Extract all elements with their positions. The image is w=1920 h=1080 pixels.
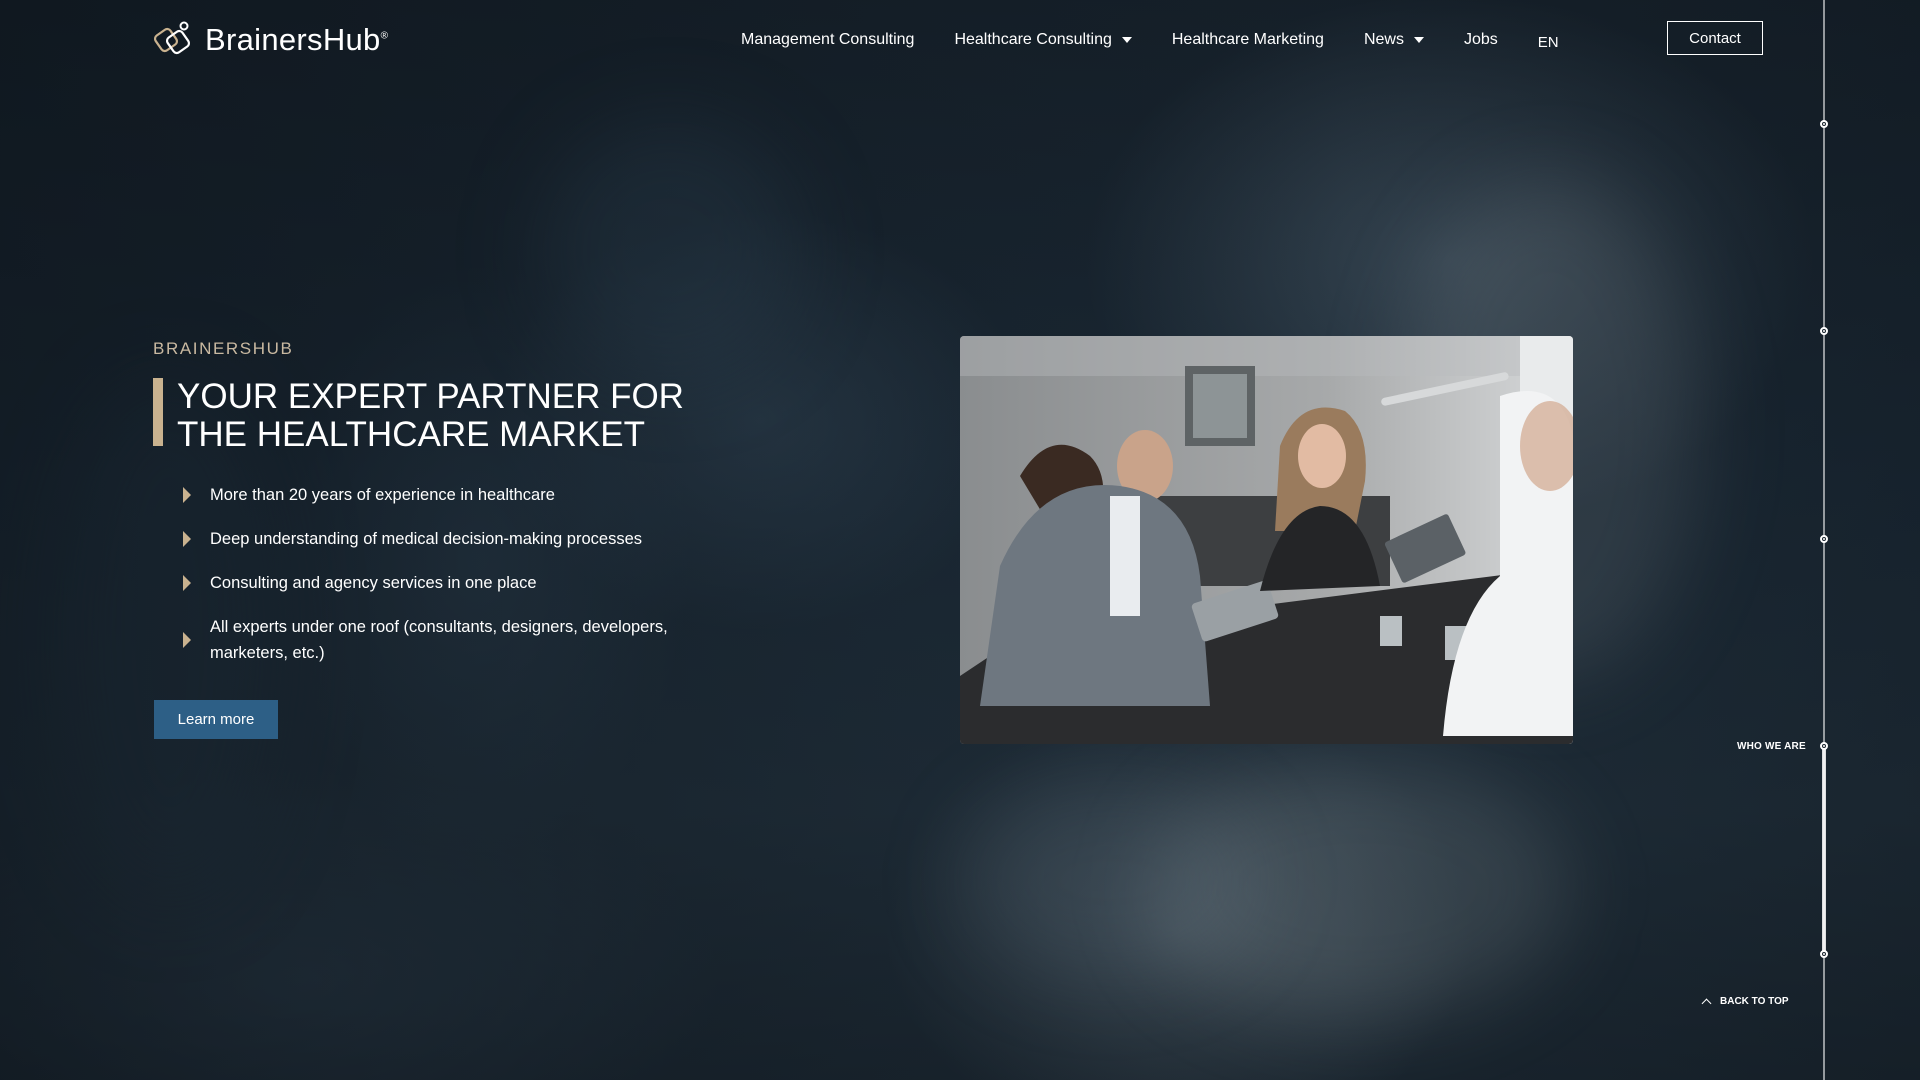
nav-news[interactable]: News [1364,31,1424,49]
timeline-active-segment [1822,746,1826,954]
nav-healthcare-consulting[interactable]: Healthcare Consulting [954,31,1132,49]
language-switcher[interactable]: EN [1538,34,1559,51]
triangle-bullet-icon [183,531,191,547]
list-item: More than 20 years of experience in heal… [180,482,720,508]
hero-eyebrow: BRAINERSHUB [153,339,294,358]
hero-bullet-list: More than 20 years of experience in heal… [180,482,720,684]
triangle-bullet-icon [183,575,191,591]
hero-headline-block: YOUR EXPERT PARTNER FOR THE HEALTHCARE M… [153,378,737,454]
timeline-dot[interactable] [1820,327,1828,335]
hero-headline: YOUR EXPERT PARTNER FOR THE HEALTHCARE M… [177,377,684,454]
nav-healthcare-marketing[interactable]: Healthcare Marketing [1172,31,1324,49]
list-item: Deep understanding of medical decision-m… [180,526,720,552]
triangle-bullet-icon [183,487,191,503]
nav-jobs[interactable]: Jobs [1464,31,1498,49]
learn-more-button[interactable]: Learn more [154,700,278,739]
nav-management-consulting[interactable]: Management Consulting [741,31,914,49]
timeline-dot[interactable] [1820,535,1828,543]
timeline-dot[interactable] [1820,950,1828,958]
timeline-dot[interactable] [1820,120,1828,128]
timeline-dot-active[interactable] [1820,742,1828,750]
contact-button[interactable]: Contact [1667,21,1763,55]
back-to-top-label: BACK TO TOP [1720,996,1789,1007]
list-item: Consulting and agency services in one pl… [180,570,720,596]
chevron-down-icon [1413,36,1424,43]
main-nav: Management Consulting Healthcare Consult… [741,28,1599,52]
chevron-up-icon [1701,998,1712,1009]
chevron-down-icon [1121,36,1132,43]
triangle-bullet-icon [183,632,191,648]
back-to-top-link[interactable]: BACK TO TOP [1701,996,1789,1009]
logo-mark-icon [153,21,191,55]
hero-photo [960,336,1573,744]
meeting-photo-illustration [960,336,1573,744]
site-header: BrainersHub® Management Consulting Healt… [0,0,1920,80]
timeline-active-label[interactable]: WHO WE ARE [1737,741,1806,752]
brand-logo[interactable]: BrainersHub® [153,18,388,62]
brand-name: BrainersHub® [205,22,389,57]
list-item: All experts under one roof (consultants,… [180,614,720,666]
headline-accent-bar [153,378,163,446]
